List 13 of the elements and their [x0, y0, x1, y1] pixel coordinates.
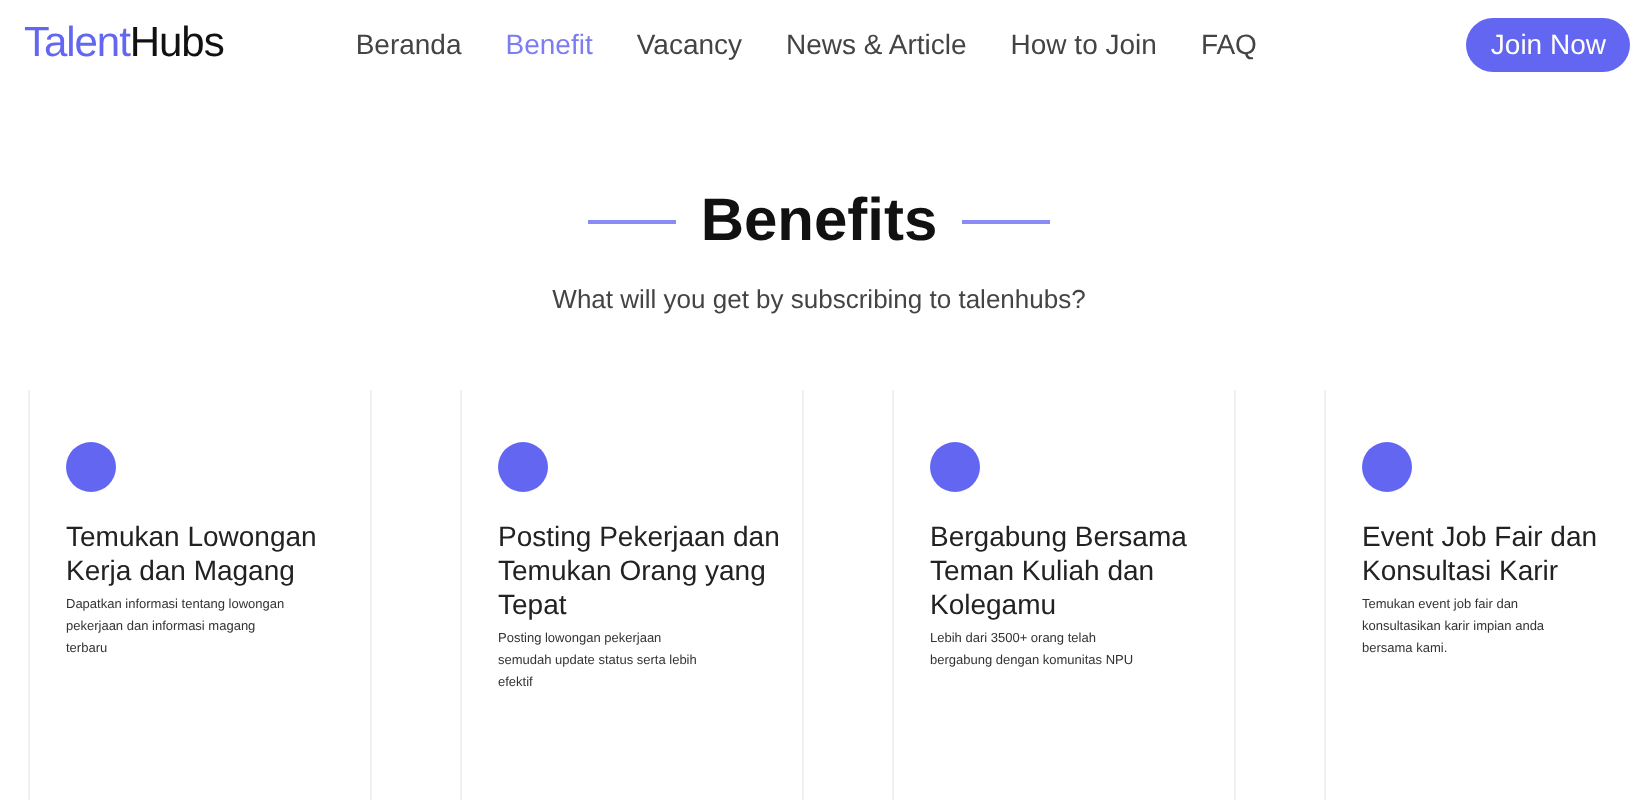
- nav-link[interactable]: FAQ: [1200, 23, 1257, 65]
- card-title: Temukan Lowongan Kerja dan Magang: [66, 519, 319, 587]
- nav-link[interactable]: News & Article: [786, 23, 967, 65]
- section-subtitle: What will you get by subscribing to talenhubs?: [552, 282, 1086, 318]
- card-title: Event Job Fair dan Konsultasi Karir: [1362, 519, 1600, 587]
- section-title: Benefits: [700, 192, 938, 252]
- nav-link[interactable]: How to Join: [1010, 23, 1157, 65]
- nav-link[interactable]: Vacancy: [636, 23, 743, 65]
- nav-link[interactable]: Beranda: [355, 23, 462, 65]
- logo[interactable]: TalentHubs: [24, 12, 224, 76]
- card-title: Bergabung Bersama Teman Kuliah dan Kolegamu: [930, 519, 1189, 621]
- card-title: Posting Pekerjaan dan Temukan Orang yang Tepat: [498, 519, 782, 621]
- join-now-button[interactable]: Join Now: [1466, 17, 1630, 71]
